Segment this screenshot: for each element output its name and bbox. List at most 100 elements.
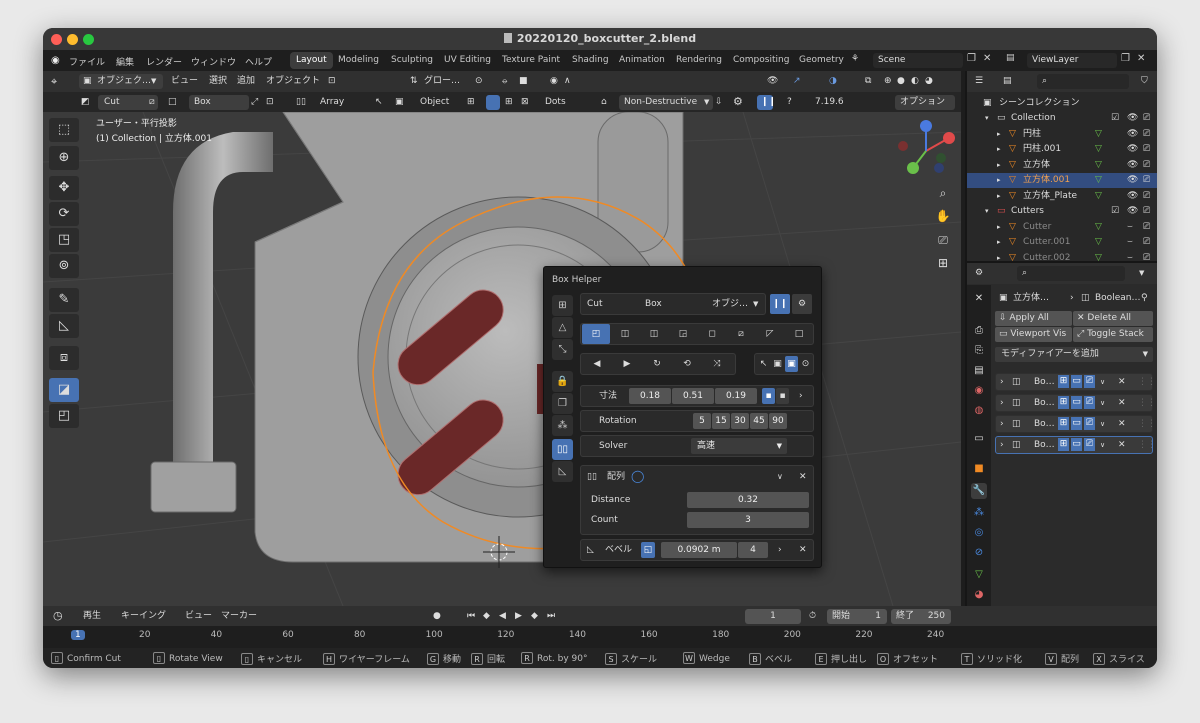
material-shading-icon[interactable]: ◐	[911, 74, 919, 89]
bh-shape-box-button[interactable]: ◰	[582, 324, 610, 344]
array-select[interactable]: Array	[320, 95, 344, 110]
bh-select-b-icon[interactable]: ▣	[785, 356, 798, 372]
modifier-panel[interactable]: › ◫ Bo… ⊞ ▭ ⎚ ∨ ✕ ⋮⋮	[995, 394, 1156, 412]
scale-tool[interactable]: ◳	[49, 228, 79, 252]
render-camera-icon[interactable]: ⎚	[1143, 142, 1150, 157]
chevron-right-icon[interactable]: ›	[1000, 438, 1004, 453]
bh-tab-mirror[interactable]: ⁂	[552, 415, 573, 436]
disclosure-triangle-icon[interactable]: ▾	[985, 204, 989, 219]
select-box-tool[interactable]: ⬚	[49, 118, 79, 142]
drag-handle-icon[interactable]: ⋮⋮	[1138, 417, 1156, 432]
menu-add[interactable]: 追加	[237, 74, 255, 89]
grid-view-icon[interactable]: ⊞	[932, 252, 954, 274]
overlay-icon[interactable]: ◑	[829, 74, 837, 89]
bh-dim-y-field[interactable]: 0.51	[672, 388, 714, 404]
modifier-name[interactable]: Bo…	[1034, 417, 1055, 432]
bh-tab-array[interactable]: ▯▯	[552, 439, 573, 460]
visibility-eye-icon[interactable]: 👁	[1127, 127, 1138, 142]
outliner-search-input[interactable]: ⌕	[1037, 74, 1129, 89]
play-icon[interactable]: ▶	[515, 609, 522, 624]
bh-distance-field[interactable]: 0.32	[687, 492, 809, 508]
render-camera-icon[interactable]: ⎚	[1084, 396, 1095, 409]
proportional-edit-icon[interactable]: ◉	[550, 74, 558, 89]
hand-pan-icon[interactable]: ✋	[932, 205, 954, 227]
annotate-tool[interactable]: ✎	[49, 288, 79, 312]
3d-viewport[interactable]	[43, 112, 961, 606]
transform-tool[interactable]: ⊚	[49, 254, 79, 278]
viewport-display-icon[interactable]: ▭	[1071, 438, 1082, 451]
bh-solver-select[interactable]: 高速 ▼	[691, 438, 787, 454]
delete-scene-icon[interactable]: ✕	[983, 53, 991, 64]
bh-tab-layers[interactable]: ❐	[552, 393, 573, 414]
snap-target-icon[interactable]: ■	[519, 74, 528, 89]
visibility-eye-icon[interactable]: ⌣	[1127, 220, 1133, 235]
bh-shape-2-button[interactable]: ◫	[611, 324, 639, 344]
exclude-checkbox-icon[interactable]: ☑	[1111, 204, 1119, 219]
prev-keyframe-icon[interactable]: ◆	[483, 609, 490, 624]
disclosure-triangle-icon[interactable]: ▸	[997, 173, 1001, 188]
bh-bevel-toggle[interactable]: ◱	[641, 542, 655, 558]
menu-marker[interactable]: マーカー	[221, 609, 257, 624]
menu-file[interactable]: ファイル	[69, 55, 105, 68]
render-tab-icon[interactable]: ⎙	[971, 323, 987, 339]
chevron-down-icon[interactable]: ∨	[1100, 417, 1105, 432]
editor-type-icon[interactable]: ⚙	[975, 266, 983, 281]
start-frame-field[interactable]: 開始 1	[827, 609, 887, 624]
rotate-tool[interactable]: ⟳	[49, 202, 79, 226]
bh-flip-button[interactable]: ⤨	[703, 354, 731, 374]
cut-options-icon[interactable]: ⧄	[149, 95, 155, 110]
jump-end-icon[interactable]: ⏭	[547, 609, 555, 624]
delete-all-button[interactable]: ✕ Delete All	[1073, 311, 1153, 326]
lock-icon[interactable]: ⌂	[601, 95, 607, 110]
render-camera-icon[interactable]: ⎚	[1143, 189, 1150, 204]
menu-playback[interactable]: 再生	[83, 609, 101, 624]
viewport-display-icon[interactable]: ▭	[1071, 375, 1082, 388]
properties-search-input[interactable]: ⌕	[1017, 266, 1125, 281]
origin-icon[interactable]: ⊡	[266, 95, 274, 110]
bh-select-a-icon[interactable]: ▣	[771, 354, 784, 374]
stopwatch-icon[interactable]: ⏱	[809, 609, 816, 624]
menu-edit[interactable]: 編集	[116, 55, 134, 68]
grid-snap-icon[interactable]: ⊞	[505, 95, 513, 110]
add-modifier-button[interactable]: モディファイアーを追加 ▼	[995, 347, 1153, 362]
blender-logo-icon[interactable]: ◉	[51, 55, 60, 66]
edit-mode-icon[interactable]: ⊞	[1058, 396, 1069, 409]
render-camera-icon[interactable]: ⎚	[1143, 127, 1150, 142]
outliner-item[interactable]: ▸ ▽ 立方体.001 ▽ 👁 ⎚	[967, 173, 1157, 188]
menu-help[interactable]: ヘルプ	[245, 55, 272, 68]
tab-sculpting[interactable]: Sculpting	[385, 52, 439, 69]
visibility-icon[interactable]: 👁	[767, 74, 778, 89]
bh-dim-z-field[interactable]: 0.19	[715, 388, 757, 404]
bh-pause-button[interactable]: ❙❙	[770, 294, 790, 314]
modifier-name[interactable]: Bo…	[1034, 438, 1055, 453]
menu-render[interactable]: レンダー	[146, 55, 182, 68]
play-reverse-icon[interactable]: ◀	[499, 609, 506, 624]
chevron-right-icon[interactable]: ›	[799, 388, 803, 404]
hardops-tool[interactable]: ◰	[49, 404, 79, 428]
menu-window[interactable]: ウィンドウ	[191, 55, 236, 68]
falloff-icon[interactable]: ∧	[564, 74, 571, 89]
chevron-down-icon[interactable]: ∨	[1100, 438, 1105, 453]
bh-shape-7-button[interactable]: ◸	[756, 324, 784, 344]
current-frame-field[interactable]: 1	[745, 609, 801, 624]
copy-view-layer-icon[interactable]: ❐	[1121, 53, 1130, 64]
bh-rotation-15[interactable]: 15	[712, 413, 730, 429]
data-tab-icon[interactable]: ▽	[971, 567, 987, 583]
bh-rotate-button[interactable]: ↻	[643, 354, 671, 374]
visibility-eye-icon[interactable]: ⌣	[1127, 235, 1133, 250]
copy-scene-icon[interactable]: ❐	[967, 53, 976, 64]
editor-type-icon[interactable]: ☰	[975, 74, 983, 89]
bh-dim-lock-a[interactable]: ▪	[762, 388, 775, 404]
bh-rotation-5[interactable]: 5	[693, 413, 711, 429]
render-camera-icon[interactable]: ⎚	[1084, 417, 1095, 430]
disclosure-triangle-icon[interactable]: ▸	[997, 158, 1001, 173]
bh-tab-snap[interactable]: ⤡	[552, 339, 573, 360]
chevron-down-icon[interactable]: ∨	[777, 469, 783, 485]
scale-icon[interactable]: ⤢	[251, 95, 258, 110]
chevron-down-icon[interactable]: ∨	[1100, 396, 1105, 411]
wireframe-shading-icon[interactable]: ⊕	[884, 74, 892, 89]
dots-toggle-icon[interactable]: ⊠	[521, 95, 529, 110]
close-icon[interactable]: ✕	[799, 542, 807, 558]
drag-handle-icon[interactable]: ⋮⋮	[1138, 396, 1156, 411]
output-tab-icon[interactable]: ⎘	[971, 343, 987, 359]
